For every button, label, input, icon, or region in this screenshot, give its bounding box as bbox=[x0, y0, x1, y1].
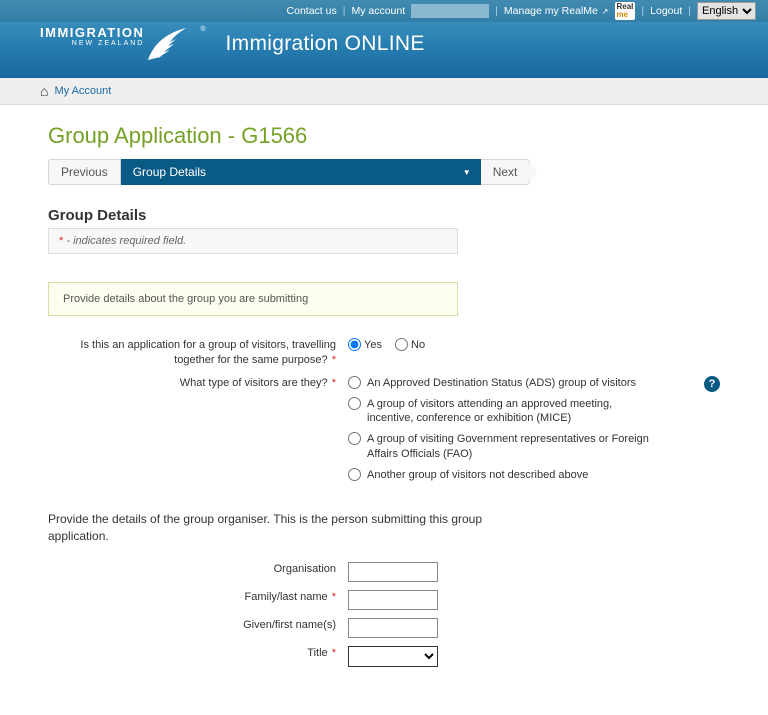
contact-us-link[interactable]: Contact us bbox=[287, 5, 337, 17]
question-group-visitors-label: Is this an application for a group of vi… bbox=[48, 338, 340, 368]
title-select[interactable] bbox=[348, 646, 438, 667]
family-name-label: Family/last name * bbox=[48, 590, 340, 605]
my-account-link[interactable]: My account bbox=[351, 5, 405, 17]
visitor-type-fao-label: A group of visiting Government represent… bbox=[367, 432, 660, 462]
visitor-type-other-radio[interactable] bbox=[348, 468, 361, 481]
step-current-dropdown[interactable]: Group Details ▼ bbox=[121, 159, 481, 185]
account-username-box bbox=[411, 4, 489, 18]
given-name-input[interactable] bbox=[348, 618, 438, 638]
step-navigation: Previous Group Details ▼ Next bbox=[48, 159, 720, 185]
organisation-label: Organisation bbox=[48, 562, 340, 577]
top-utility-bar: Contact us | My account | Manage my Real… bbox=[0, 0, 768, 22]
chevron-down-icon: ▼ bbox=[463, 168, 471, 177]
section-title: Group Details bbox=[48, 207, 720, 224]
group-visitors-no-label: No bbox=[411, 339, 425, 351]
help-icon[interactable]: ? bbox=[704, 376, 720, 392]
group-visitors-yes-radio[interactable] bbox=[348, 338, 361, 351]
manage-realme-link[interactable]: Manage my RealMe ↗ bbox=[504, 5, 609, 17]
question-visitor-type-label: What type of visitors are they? * bbox=[48, 376, 340, 391]
visitor-type-mice-radio[interactable] bbox=[348, 397, 361, 410]
visitor-type-ads-radio[interactable] bbox=[348, 376, 361, 389]
family-name-input[interactable] bbox=[348, 590, 438, 610]
group-visitors-yes-label: Yes bbox=[364, 339, 382, 351]
language-select[interactable]: English bbox=[697, 2, 756, 20]
silver-fern-icon bbox=[146, 26, 198, 62]
realme-badge-icon: Realme bbox=[615, 2, 636, 20]
step-previous-button[interactable]: Previous bbox=[48, 159, 121, 185]
visitor-type-other-label: Another group of visitors not described … bbox=[367, 468, 588, 483]
group-visitors-no-radio[interactable] bbox=[395, 338, 408, 351]
external-link-icon: ↗ bbox=[602, 7, 609, 16]
home-icon[interactable]: ⌂ bbox=[40, 83, 48, 99]
info-callout: Provide details about the group you are … bbox=[48, 282, 458, 316]
page-title: Group Application - G1566 bbox=[48, 123, 720, 149]
visitor-type-fao-radio[interactable] bbox=[348, 432, 361, 445]
inz-logo: IMMIGRATION NEW ZEALAND bbox=[40, 26, 144, 47]
question-visitor-type: What type of visitors are they? * ? An A… bbox=[48, 376, 720, 489]
title-label: Title * bbox=[48, 646, 340, 661]
required-field-note: * - indicates required field. bbox=[48, 228, 458, 254]
breadcrumb: ⌂ My Account bbox=[0, 78, 768, 105]
organiser-intro-text: Provide the details of the group organis… bbox=[48, 511, 528, 545]
visitor-type-mice-label: A group of visitors attending an approve… bbox=[367, 397, 660, 427]
visitor-type-ads-label: An Approved Destination Status (ADS) gro… bbox=[367, 376, 636, 391]
question-group-visitors: Is this an application for a group of vi… bbox=[48, 338, 720, 368]
breadcrumb-my-account[interactable]: My Account bbox=[54, 85, 111, 97]
given-name-label: Given/first name(s) bbox=[48, 618, 340, 633]
site-header: Contact us | My account | Manage my Real… bbox=[0, 0, 768, 78]
step-next-button[interactable]: Next bbox=[481, 159, 531, 185]
app-title: Immigration ONLINE bbox=[226, 32, 425, 56]
registered-mark-icon: ® bbox=[200, 26, 205, 33]
organisation-input[interactable] bbox=[348, 562, 438, 582]
main-content: Group Application - G1566 Previous Group… bbox=[0, 105, 768, 715]
logout-link[interactable]: Logout bbox=[650, 5, 682, 17]
